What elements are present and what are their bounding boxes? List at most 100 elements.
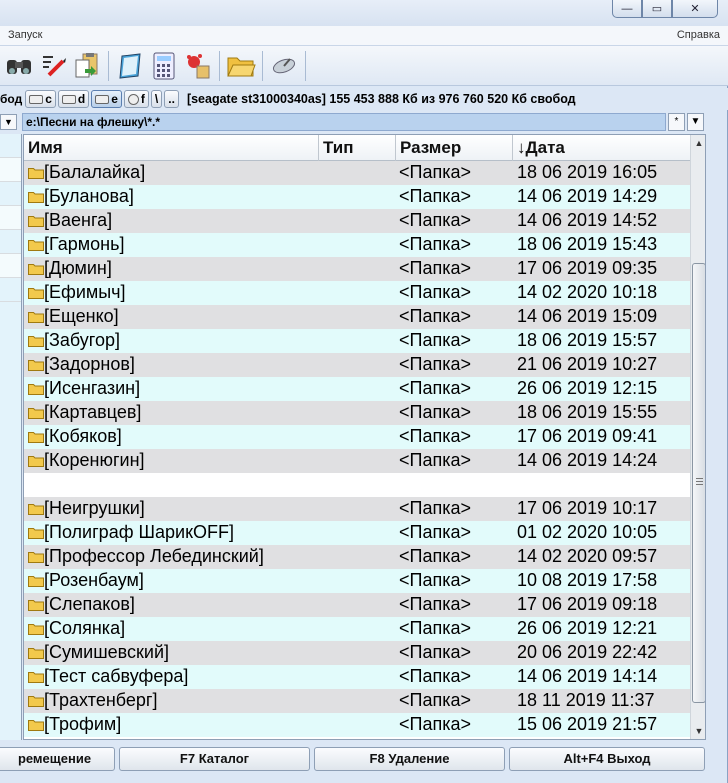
edit-wand-icon[interactable] bbox=[37, 50, 69, 82]
file-name: [Исенгазин] bbox=[44, 378, 141, 398]
minimize-button[interactable]: — bbox=[612, 0, 642, 18]
root-dir-button[interactable]: \ bbox=[150, 90, 163, 108]
table-row[interactable]: [Неигрушки] <Папка> 17 06 2019 10:17 bbox=[24, 497, 690, 521]
f6-move-button[interactable]: ремещение bbox=[0, 747, 115, 771]
file-name: [Сумишевский] bbox=[44, 642, 170, 662]
table-row[interactable]: [Солянка] <Папка> 26 06 2019 12:21 bbox=[24, 617, 690, 641]
column-type[interactable]: Тип bbox=[319, 135, 396, 161]
menu-help[interactable]: Справка bbox=[677, 29, 720, 41]
file-size: <Папка> bbox=[399, 450, 471, 470]
folder-icon bbox=[28, 720, 44, 731]
column-date[interactable]: ↓Дата bbox=[513, 135, 690, 161]
window-controls: — ▭ ✕ bbox=[612, 0, 718, 18]
file-name: [Коренюгин] bbox=[44, 450, 145, 470]
toolbar-separator bbox=[108, 50, 109, 81]
menu-bar: Запуск Справка bbox=[0, 26, 728, 46]
file-size: <Папка> bbox=[399, 570, 471, 590]
disk-info: [seagate st31000340as] 155 453 888 Кб из… bbox=[186, 92, 576, 106]
folder-icon bbox=[28, 432, 44, 443]
left-panel-dropdown-button[interactable]: ▼ bbox=[0, 114, 17, 130]
table-row[interactable]: [Картавцев] <Папка> 18 06 2019 15:55 bbox=[24, 401, 690, 425]
table-row[interactable]: [Розенбаум] <Папка> 10 08 2019 17:58 bbox=[24, 569, 690, 593]
drive-e-button[interactable]: e bbox=[91, 90, 122, 108]
f8-delete-button[interactable]: F8 Удаление bbox=[314, 747, 505, 771]
table-row[interactable]: [Слепаков] <Папка> 17 06 2019 09:18 bbox=[24, 593, 690, 617]
file-name: [Кобяков] bbox=[44, 426, 122, 446]
file-name: [Буланова] bbox=[44, 186, 134, 206]
table-row[interactable]: [Забугор] <Папка> 18 06 2019 15:57 bbox=[24, 329, 690, 353]
vertical-scrollbar[interactable]: ▲ ▼ bbox=[690, 135, 705, 739]
exit-button[interactable]: Alt+F4 Выход bbox=[509, 747, 705, 771]
file-date: 18 06 2019 16:05 bbox=[517, 162, 658, 182]
file-date: 14 06 2019 14:52 bbox=[517, 210, 658, 230]
free-space-cut-label: бод bbox=[0, 92, 23, 106]
table-row[interactable]: [Буланова] <Папка> 14 06 2019 14:29 bbox=[24, 185, 690, 209]
title-bar: — ▭ ✕ bbox=[0, 0, 728, 26]
file-date: 17 06 2019 09:35 bbox=[517, 258, 658, 278]
table-row[interactable]: [Исенгазин] <Папка> 26 06 2019 12:15 bbox=[24, 377, 690, 401]
table-row[interactable]: [Ваенга] <Папка> 14 06 2019 14:52 bbox=[24, 209, 690, 233]
history-star-button[interactable]: * bbox=[668, 113, 685, 131]
file-name: [Ещенко] bbox=[44, 306, 119, 326]
table-row[interactable]: [Трахтенберг] <Папка> 18 11 2019 11:37 bbox=[24, 689, 690, 713]
calculator-icon[interactable] bbox=[148, 50, 180, 82]
file-size: <Папка> bbox=[399, 426, 471, 446]
folder-icon bbox=[28, 672, 44, 683]
table-row[interactable]: [Гармонь] <Папка> 18 06 2019 15:43 bbox=[24, 233, 690, 257]
file-date: 26 06 2019 12:15 bbox=[517, 378, 658, 398]
column-name[interactable]: Имя bbox=[24, 135, 319, 161]
table-row[interactable]: [Ефимыч] <Папка> 14 02 2020 10:18 bbox=[24, 281, 690, 305]
cdrom-icon bbox=[127, 93, 139, 105]
file-size: <Папка> bbox=[399, 378, 471, 398]
table-row[interactable]: [Дюмин] <Папка> 17 06 2019 09:35 bbox=[24, 257, 690, 281]
menu-launch[interactable]: Запуск bbox=[8, 29, 42, 41]
scrollbar-thumb[interactable] bbox=[692, 263, 705, 703]
binoculars-icon[interactable] bbox=[3, 50, 35, 82]
file-rows: [Балалайка] <Папка> 18 06 2019 16:05 [Булан… bbox=[24, 161, 690, 737]
file-date: 21 06 2019 10:27 bbox=[517, 354, 658, 374]
file-size: <Папка> bbox=[399, 258, 471, 278]
table-row[interactable]: [Задорнов] <Папка> 21 06 2019 10:27 bbox=[24, 353, 690, 377]
path-dropdown-button[interactable]: ▼ bbox=[687, 113, 704, 131]
table-row[interactable]: [Ещенко] <Папка> 14 06 2019 15:09 bbox=[24, 305, 690, 329]
file-size: <Папка> bbox=[399, 618, 471, 638]
current-path[interactable]: e:\Песни на флешку\*.* bbox=[22, 113, 666, 131]
folder-icon bbox=[28, 528, 44, 539]
table-row[interactable]: [Полиграф ШарикOFF] <Папка> 01 02 2020 10:… bbox=[24, 521, 690, 545]
table-row[interactable]: [Профессор Лебединский] <Папка> 14 02 2020… bbox=[24, 545, 690, 569]
table-row[interactable]: [Трофим] <Папка> 15 06 2019 21:57 bbox=[24, 713, 690, 737]
drive-c-button[interactable]: c bbox=[25, 90, 56, 108]
drive-f-button[interactable]: f bbox=[123, 90, 149, 108]
folder-icon bbox=[28, 336, 44, 347]
table-row[interactable]: [Сумишевский] <Папка> 20 06 2019 22:42 bbox=[24, 641, 690, 665]
column-size[interactable]: Размер bbox=[396, 135, 513, 161]
copy-clipboard-icon[interactable] bbox=[71, 50, 103, 82]
folder-open-icon[interactable] bbox=[225, 50, 257, 82]
scroll-up-arrow-icon[interactable]: ▲ bbox=[691, 135, 705, 152]
file-size: <Папка> bbox=[399, 402, 471, 422]
close-button[interactable]: ✕ bbox=[672, 0, 718, 18]
table-row[interactable]: [Балалайка] <Папка> 18 06 2019 16:05 bbox=[24, 161, 690, 185]
maximize-button[interactable]: ▭ bbox=[642, 0, 672, 18]
file-date: 01 02 2020 10:05 bbox=[517, 522, 658, 542]
scroll-down-arrow-icon[interactable]: ▼ bbox=[691, 723, 705, 739]
table-row-empty bbox=[24, 473, 690, 497]
parent-dir-button[interactable]: .. bbox=[164, 90, 179, 108]
satellite-dish-icon[interactable] bbox=[268, 50, 300, 82]
paint-splat-icon[interactable] bbox=[182, 50, 214, 82]
table-row[interactable]: [Кобяков] <Папка> 17 06 2019 09:41 bbox=[24, 425, 690, 449]
folder-icon bbox=[28, 456, 44, 467]
table-row[interactable]: [Коренюгин] <Папка> 14 06 2019 14:24 bbox=[24, 449, 690, 473]
file-date: 14 02 2020 10:18 bbox=[517, 282, 658, 302]
notebook-icon[interactable] bbox=[114, 50, 146, 82]
file-size: <Папка> bbox=[399, 546, 471, 566]
left-panel bbox=[0, 134, 22, 740]
file-size: <Папка> bbox=[399, 594, 471, 614]
file-date: 14 06 2019 14:24 bbox=[517, 450, 658, 470]
toolbar-separator bbox=[305, 50, 306, 81]
file-name: [Гармонь] bbox=[44, 234, 125, 254]
file-size: <Папка> bbox=[399, 234, 471, 254]
f7-mkdir-button[interactable]: F7 Каталог bbox=[119, 747, 310, 771]
drive-d-button[interactable]: d bbox=[57, 90, 90, 108]
table-row[interactable]: [Тест сабвуфера] <Папка> 14 06 2019 14:14 bbox=[24, 665, 690, 689]
